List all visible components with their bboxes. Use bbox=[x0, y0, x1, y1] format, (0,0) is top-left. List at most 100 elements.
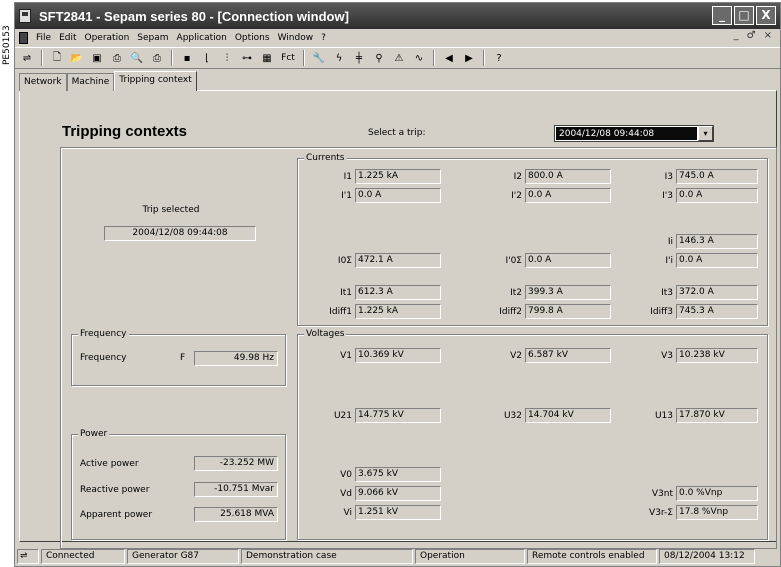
frequency-value: 49.98 Hz bbox=[194, 351, 278, 366]
print-icon[interactable]: ⎙ bbox=[109, 50, 125, 66]
menu-window[interactable]: Window bbox=[278, 33, 314, 43]
active-power-label: Active power bbox=[80, 459, 139, 469]
alarm-icon[interactable]: ⚠ bbox=[391, 50, 407, 66]
ip1-label: I'1 bbox=[341, 191, 352, 201]
trip-select[interactable]: 2004/12/08 09:44:08 ▾ bbox=[554, 125, 714, 142]
save-icon[interactable]: ▣ bbox=[89, 50, 105, 66]
menu-file[interactable]: File bbox=[36, 33, 51, 43]
i2-value: 800.0 A bbox=[525, 169, 611, 184]
new-icon[interactable]: 🗋 bbox=[49, 50, 65, 66]
tab-machine[interactable]: Machine bbox=[66, 73, 115, 91]
toolbar-separator bbox=[171, 50, 173, 66]
wrench-icon[interactable]: 🔧 bbox=[311, 50, 327, 66]
voltages-group: Voltages V1 10.369 kV V2 6.587 kV V3 10.… bbox=[297, 329, 768, 540]
v3r-sum-label: V3r-Σ bbox=[649, 508, 673, 518]
i0-sum-label: I0Σ bbox=[337, 256, 352, 266]
frequency-group: Frequency Frequency F 49.98 Hz bbox=[71, 329, 286, 386]
frequency-label: Frequency bbox=[80, 353, 127, 363]
help-icon[interactable]: ? bbox=[491, 50, 507, 66]
trip-selected-value: 2004/12/08 09:44:08 bbox=[104, 226, 256, 241]
maximize-button[interactable]: □ bbox=[734, 6, 754, 25]
v0-value: 3.675 kV bbox=[355, 467, 441, 482]
u13-value: 17.870 kV bbox=[676, 408, 758, 423]
menu-sepam[interactable]: Sepam bbox=[137, 33, 168, 43]
ii-value: 146.3 A bbox=[676, 234, 758, 249]
tab-strip: Network Machine Tripping context bbox=[19, 71, 197, 91]
it1-value: 612.3 A bbox=[355, 285, 441, 300]
reactive-power-value: -10.751 Mvar bbox=[194, 482, 278, 497]
disk-icon[interactable]: ▪ bbox=[179, 50, 195, 66]
link-icon: ⇌ bbox=[17, 549, 39, 564]
v1-value: 10.369 kV bbox=[355, 348, 441, 363]
u21-label: U21 bbox=[333, 411, 352, 421]
apparent-power-label: Apparent power bbox=[80, 510, 153, 520]
function-button[interactable]: Fct bbox=[279, 50, 297, 66]
toolbar-separator bbox=[433, 50, 435, 66]
status-case: Demonstration case bbox=[241, 549, 413, 564]
vi-value: 1.251 kV bbox=[355, 505, 441, 520]
menu-options[interactable]: Options bbox=[235, 33, 270, 43]
currents-legend: Currents bbox=[304, 153, 347, 163]
v3-value: 10.238 kV bbox=[676, 348, 758, 363]
network-icon[interactable]: ╪ bbox=[351, 50, 367, 66]
print-preview-icon[interactable]: 🔍 bbox=[129, 50, 145, 66]
menu-edit[interactable]: Edit bbox=[59, 33, 76, 43]
idiff3-value: 745.3 A bbox=[676, 304, 758, 319]
child-restore-button[interactable]: ♂ bbox=[747, 30, 756, 41]
status-mode: Operation bbox=[415, 549, 525, 564]
it3-value: 372.0 A bbox=[676, 285, 758, 300]
u32-label: U32 bbox=[503, 411, 522, 421]
vi-label: Vi bbox=[343, 508, 352, 518]
main-window: SFT2841 - Sepam series 80 - [Connection … bbox=[14, 2, 781, 567]
page-title: Tripping contexts bbox=[62, 123, 188, 140]
ipi-label: I'i bbox=[665, 256, 673, 266]
menu-application[interactable]: Application bbox=[177, 33, 227, 43]
close-button[interactable]: X bbox=[756, 6, 776, 25]
ip0-sum-label: I'0Σ bbox=[505, 256, 522, 266]
it2-label: It2 bbox=[510, 288, 522, 298]
connect-icon[interactable]: ⇌ bbox=[19, 50, 35, 66]
it2-value: 399.3 A bbox=[525, 285, 611, 300]
idiff1-value: 1.225 kA bbox=[355, 304, 441, 319]
minimize-button[interactable]: _ bbox=[712, 6, 732, 25]
tab-network[interactable]: Network bbox=[19, 73, 67, 91]
u21-value: 14.775 kV bbox=[355, 408, 441, 423]
power-legend: Power bbox=[78, 429, 110, 439]
waveform-icon[interactable]: ∿ bbox=[411, 50, 427, 66]
it1-label: It1 bbox=[340, 288, 352, 298]
ip0-sum-value: 0.0 A bbox=[525, 253, 611, 268]
i1-value: 1.225 kA bbox=[355, 169, 441, 184]
v0-label: V0 bbox=[340, 470, 352, 480]
forward-icon[interactable]: ▶ bbox=[461, 50, 477, 66]
hardware-icon[interactable]: ⫶ bbox=[219, 50, 235, 66]
trip-select-value[interactable]: 2004/12/08 09:44:08 bbox=[556, 127, 697, 140]
tools-icon[interactable]: ⚲ bbox=[371, 50, 387, 66]
idiff3-label: Idiff3 bbox=[650, 307, 673, 317]
back-icon[interactable]: ◀ bbox=[441, 50, 457, 66]
chevron-down-icon[interactable]: ▾ bbox=[698, 126, 713, 141]
v3nt-value: 0.0 %Vnp bbox=[676, 486, 758, 501]
ip3-label: I'3 bbox=[662, 191, 673, 201]
title-bar: SFT2841 - Sepam series 80 - [Connection … bbox=[15, 3, 780, 29]
child-minimize-button[interactable]: _ bbox=[734, 30, 739, 41]
print-setup-icon[interactable]: ⎙ bbox=[149, 50, 165, 66]
status-device: Generator G87 bbox=[127, 549, 239, 564]
idiff2-label: Idiff2 bbox=[499, 307, 522, 317]
logic-icon[interactable]: ⊶ bbox=[239, 50, 255, 66]
idiff1-label: Idiff1 bbox=[329, 307, 352, 317]
menu-operation[interactable]: Operation bbox=[85, 33, 130, 43]
tab-tripping-context[interactable]: Tripping context bbox=[114, 71, 197, 91]
ipi-value: 0.0 A bbox=[676, 253, 758, 268]
u13-label: U13 bbox=[654, 411, 673, 421]
i2-label: I2 bbox=[513, 172, 522, 182]
toolbar-separator bbox=[41, 50, 43, 66]
lightning-icon[interactable]: ϟ bbox=[331, 50, 347, 66]
active-power-value: -23.252 MW bbox=[194, 456, 278, 471]
document-icon[interactable] bbox=[19, 32, 28, 44]
child-close-button[interactable]: × bbox=[764, 30, 772, 41]
curve-icon[interactable]: ⌊ bbox=[199, 50, 215, 66]
reactive-power-label: Reactive power bbox=[80, 485, 150, 495]
grid-icon[interactable]: ▦ bbox=[259, 50, 275, 66]
menu-help[interactable]: ? bbox=[321, 33, 326, 43]
open-icon[interactable]: 📂 bbox=[69, 50, 85, 66]
